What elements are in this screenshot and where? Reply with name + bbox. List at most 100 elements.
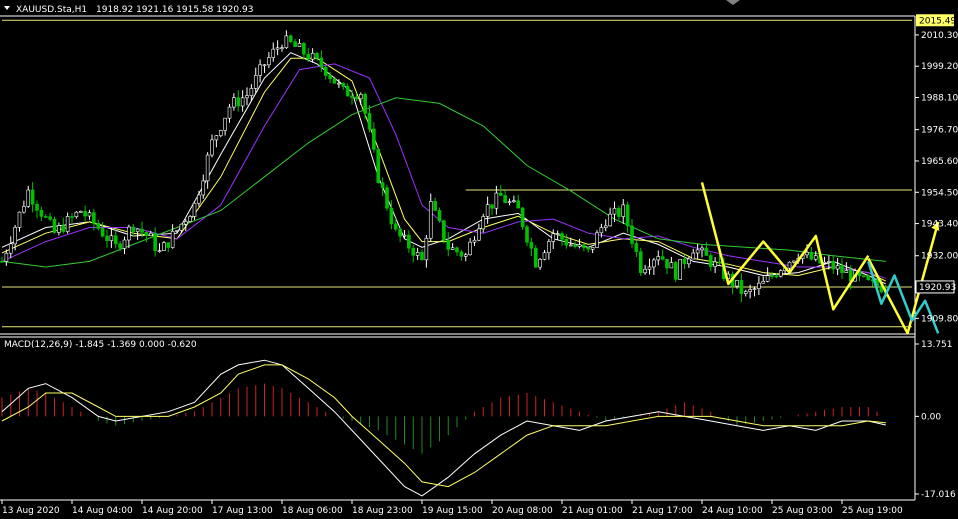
candle-body xyxy=(739,280,744,294)
candle-body xyxy=(717,261,722,264)
price-marker-label: 2015.49 xyxy=(919,16,956,26)
candle-body xyxy=(319,57,324,68)
candle-body xyxy=(424,237,429,261)
time-tick-label: 25 Aug 19:00 xyxy=(842,506,903,516)
moving-average-line xyxy=(1,52,887,285)
candle-body xyxy=(428,201,433,239)
candle-body xyxy=(380,182,385,188)
candle-body xyxy=(512,200,516,203)
candle-body xyxy=(691,252,696,260)
moving-averages xyxy=(1,52,887,285)
projection-lines xyxy=(700,182,940,335)
time-tick-label: 17 Aug 13:00 xyxy=(212,506,273,516)
candle-body xyxy=(105,235,109,241)
candle-body xyxy=(503,195,507,204)
candle-body xyxy=(704,247,709,256)
candle-body xyxy=(765,275,770,282)
candle-body xyxy=(603,225,608,228)
candle-body xyxy=(127,226,131,241)
candle-body xyxy=(337,82,341,85)
candle-body xyxy=(415,251,420,256)
candle-body xyxy=(538,259,542,268)
price-tick-label: 1954.50 xyxy=(921,188,958,198)
candle-body xyxy=(743,291,748,294)
time-tick-label: 18 Aug 06:00 xyxy=(282,506,343,516)
candle-body xyxy=(48,216,52,220)
candle-body xyxy=(74,211,79,217)
scroll-marker-icon xyxy=(726,0,740,5)
candle-body xyxy=(757,282,761,290)
candle-body xyxy=(267,57,271,66)
macd-label: MACD(12,26,9) -1.845 -1.369 0.000 -0.620 xyxy=(4,340,197,350)
candle-body xyxy=(516,200,521,209)
candle-body xyxy=(87,212,92,217)
candle-body xyxy=(446,240,451,250)
macd-tick-label: 13.751 xyxy=(921,340,953,350)
candle-body xyxy=(656,256,661,261)
candle-body xyxy=(551,233,556,242)
candle-body xyxy=(568,244,573,247)
candle-body xyxy=(96,223,101,229)
time-tick-label: 20 Aug 08:00 xyxy=(492,506,553,516)
candle-body xyxy=(372,128,376,150)
candle-body xyxy=(302,43,306,55)
candle-body xyxy=(367,113,372,130)
collapse-triangle-icon[interactable] xyxy=(4,6,10,10)
candle-body xyxy=(468,241,472,256)
price-tick-label: 2010.30 xyxy=(921,31,958,41)
candle-body xyxy=(402,234,407,237)
candle-body xyxy=(411,247,416,256)
macd-line xyxy=(1,359,886,497)
candle-body xyxy=(612,207,617,215)
time-tick-label: 25 Aug 03:00 xyxy=(772,506,833,516)
candle-body xyxy=(599,227,604,234)
candle-body xyxy=(590,247,595,250)
candle-body xyxy=(109,235,114,241)
candle-body xyxy=(477,228,481,241)
candle-body xyxy=(175,230,179,232)
candle-body xyxy=(586,247,591,250)
candle-body xyxy=(258,64,262,76)
candle-body xyxy=(249,88,254,96)
candle-body xyxy=(813,255,818,260)
candle-body xyxy=(118,243,122,249)
candle-body xyxy=(275,47,280,50)
candle-body xyxy=(288,35,293,43)
chart-canvas[interactable]: XAUUSD.Sta,H1 1918.92 1921.16 1915.58 19… xyxy=(0,0,958,519)
candle-body xyxy=(866,275,871,280)
candle-body xyxy=(13,227,17,245)
candle-body xyxy=(162,242,166,251)
candle-body xyxy=(700,247,704,251)
candle-body xyxy=(135,228,140,232)
candle-body xyxy=(564,238,569,246)
candle-body xyxy=(862,275,866,277)
candle-body xyxy=(43,216,48,218)
candle-body xyxy=(547,241,551,254)
price-tick-label: 1943.40 xyxy=(921,220,958,230)
candle-body xyxy=(748,289,752,292)
candle-body xyxy=(183,221,188,225)
time-tick-label: 21 Aug 17:00 xyxy=(632,506,693,516)
candle-body xyxy=(455,247,459,253)
candle-body xyxy=(170,231,175,248)
candle-body xyxy=(83,210,87,217)
candle-body xyxy=(485,204,490,217)
candle-body xyxy=(625,204,630,227)
candle-body xyxy=(809,252,814,260)
candle-body xyxy=(284,35,289,49)
candle-body xyxy=(341,82,346,87)
candle-body xyxy=(673,262,678,280)
candle-body xyxy=(122,239,127,249)
candle-body xyxy=(805,252,809,256)
chart-header: XAUUSD.Sta,H1 1918.92 1921.16 1915.58 19… xyxy=(4,0,740,15)
candle-body xyxy=(328,75,332,80)
candle-body xyxy=(840,265,844,273)
candle-body xyxy=(507,201,512,204)
price-tick-label: 1909.80 xyxy=(921,314,958,324)
candle-body xyxy=(166,242,171,248)
candle-body xyxy=(420,251,424,261)
candle-body xyxy=(713,261,717,267)
candle-body xyxy=(407,234,411,249)
candle-body xyxy=(35,203,39,211)
time-tick-label: 21 Aug 01:00 xyxy=(562,506,623,516)
